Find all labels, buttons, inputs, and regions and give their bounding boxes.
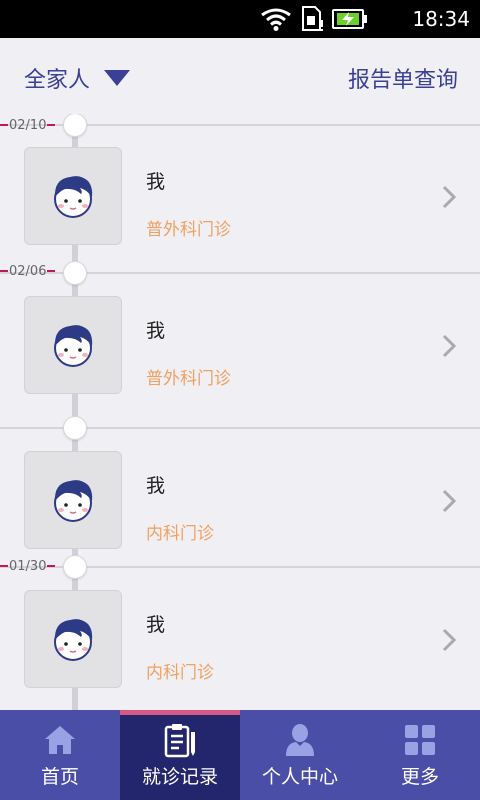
avatar: [24, 451, 122, 549]
wifi-icon: [261, 8, 291, 31]
patient-name: 我: [146, 320, 166, 342]
department-label: 普外科门诊: [146, 220, 231, 240]
patient-name: 我: [146, 475, 166, 497]
nav-visit-records-label: 就诊记录: [141, 766, 218, 788]
visit-record-card[interactable]: 我 普外科门诊: [0, 296, 480, 394]
bottom-navigation: 首页 就诊记录 个人中心 更多: [0, 710, 480, 800]
timeline-date: 02/06: [0, 262, 56, 280]
visit-record-card[interactable]: 我 内科门诊: [0, 590, 480, 688]
header: 全家人 报告单查询: [0, 38, 480, 114]
nav-personal-center-label: 个人中心: [261, 766, 338, 788]
boy-avatar-icon: [54, 480, 93, 522]
chevron-right-icon: [442, 489, 456, 513]
battery-charging-icon: [332, 9, 367, 29]
avatar: [24, 296, 122, 394]
nav-more[interactable]: 更多: [360, 710, 480, 800]
nav-home-label: 首页: [40, 766, 79, 788]
boy-avatar-icon: [54, 325, 93, 367]
report-query-link[interactable]: 报告单查询: [348, 62, 458, 94]
timeline-node: [63, 114, 87, 137]
department-label: 普外科门诊: [146, 369, 231, 389]
visit-timeline[interactable]: 02/10 我 普外科门诊 02/06 我 普外科门诊 我 内科门诊 01/30…: [0, 114, 480, 710]
home-icon: [45, 726, 75, 754]
status-time: 18:34: [412, 7, 470, 31]
visit-record-card[interactable]: 我 普外科门诊: [0, 147, 480, 245]
timeline-node: [63, 555, 87, 579]
timeline-node: [63, 261, 87, 285]
timeline-date: 01/30: [0, 557, 56, 575]
department-label: 内科门诊: [146, 663, 214, 683]
timeline-date-label: 02/10: [9, 117, 47, 133]
patient-name: 我: [146, 614, 166, 636]
nav-personal-center[interactable]: 个人中心: [240, 710, 360, 800]
person-icon: [286, 724, 314, 756]
chevron-right-icon: [442, 185, 456, 209]
chevron-right-icon: [442, 628, 456, 652]
timeline-date-label: 01/30: [9, 558, 47, 574]
avatar: [24, 147, 122, 245]
chevron-right-icon: [442, 334, 456, 358]
boy-avatar-icon: [54, 619, 93, 661]
timeline-date-label: 02/06: [9, 263, 47, 279]
grid-icon: [405, 725, 435, 755]
patient-name: 我: [146, 171, 166, 193]
status-icons: [260, 6, 368, 32]
avatar: [24, 590, 122, 688]
dropdown-arrow-icon: [104, 70, 131, 86]
sim-card-icon: [302, 6, 323, 31]
boy-avatar-icon: [54, 176, 93, 218]
visit-record-card[interactable]: 我 内科门诊: [0, 451, 480, 549]
clipboard-icon: [164, 724, 195, 758]
department-label: 内科门诊: [146, 524, 214, 544]
family-filter-dropdown[interactable]: 全家人: [24, 62, 131, 94]
status-bar: 18:34: [0, 0, 480, 38]
nav-visit-records[interactable]: 就诊记录: [120, 710, 240, 800]
nav-home[interactable]: 首页: [0, 710, 120, 800]
family-filter-label: 全家人: [24, 68, 91, 93]
nav-more-label: 更多: [400, 766, 439, 788]
timeline-node: [63, 416, 87, 440]
timeline-date: 02/10: [0, 116, 56, 134]
